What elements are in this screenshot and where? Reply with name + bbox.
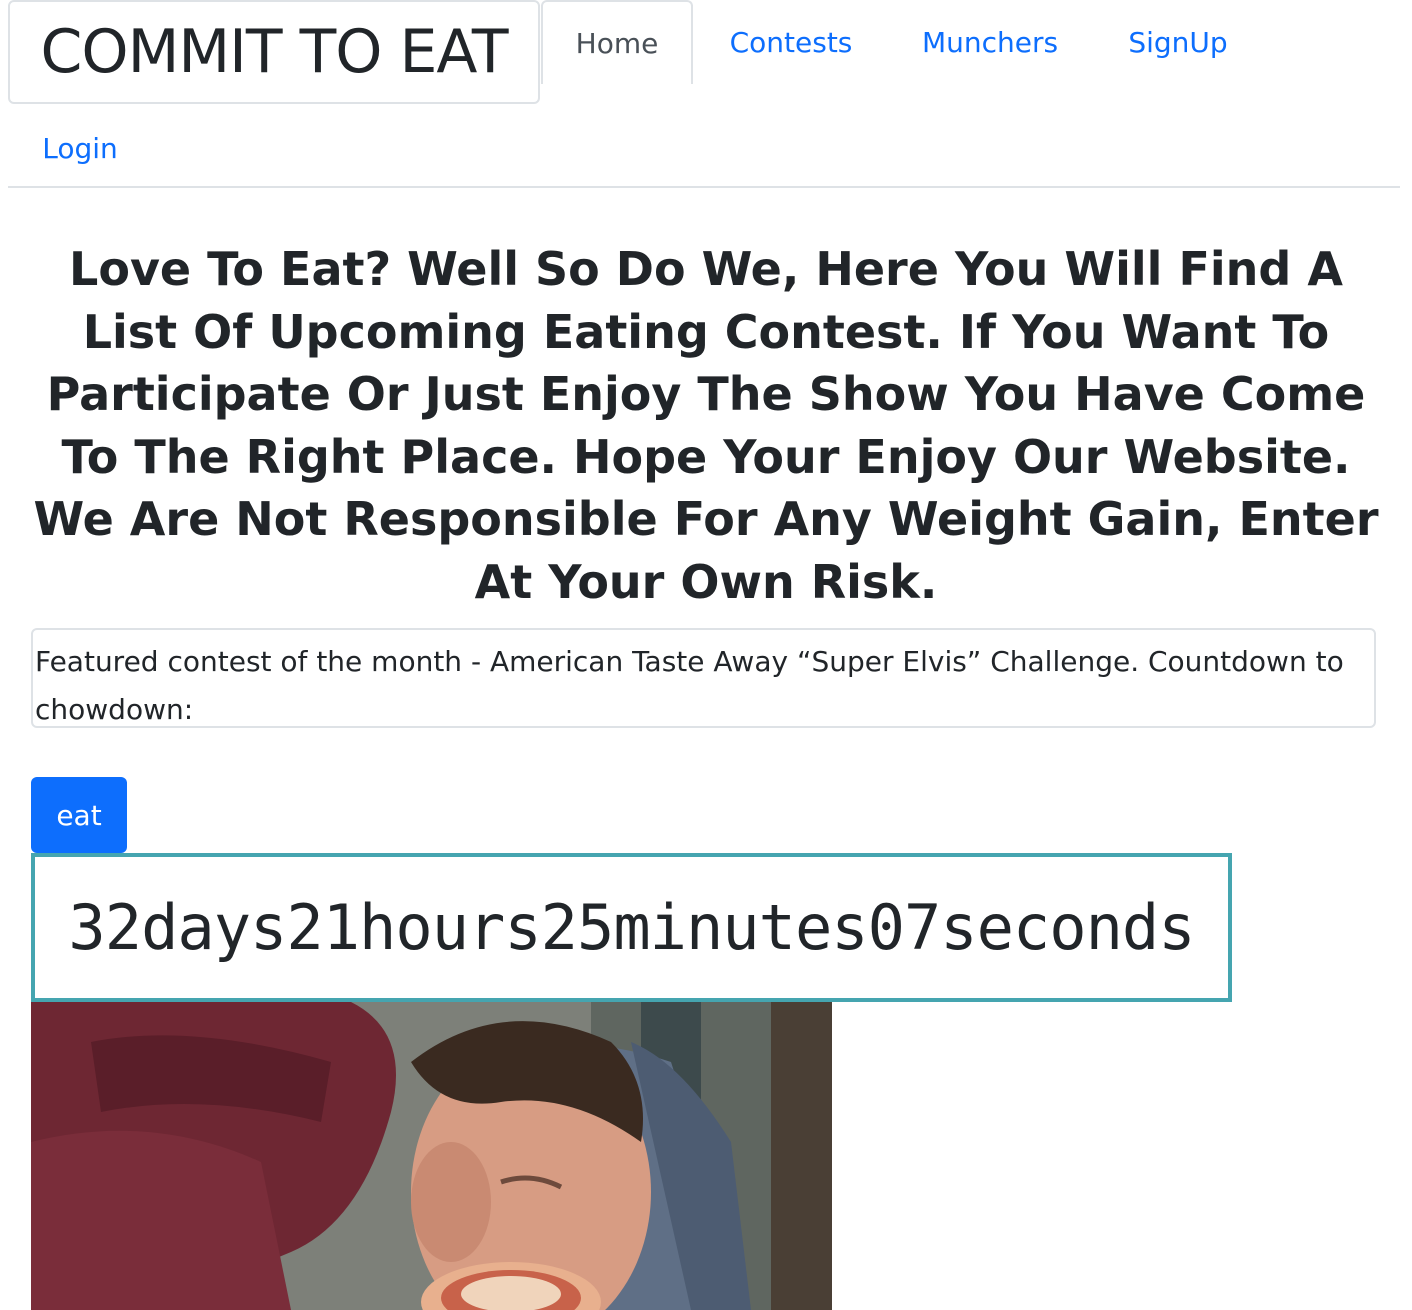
tab-signup[interactable]: SignUp xyxy=(1110,0,1246,84)
countdown-timer: 32days21hours25minutes07seconds xyxy=(31,853,1232,1002)
site-brand[interactable]: COMMIT TO EAT xyxy=(8,0,540,104)
eat-button[interactable]: eat xyxy=(31,777,127,853)
contest-photo xyxy=(31,1002,832,1310)
tab-contests[interactable]: Contests xyxy=(712,0,870,84)
featured-contest-box: Featured contest of the month - American… xyxy=(31,628,1376,728)
intro-heading: Love To Eat? Well So Do We, Here You Wil… xyxy=(33,242,1379,609)
tab-home[interactable]: Home xyxy=(541,0,693,84)
featured-contest-text: Featured contest of the month - American… xyxy=(35,645,1344,726)
tab-munchers[interactable]: Munchers xyxy=(905,0,1075,84)
eating-contestant-image xyxy=(31,1002,832,1310)
tab-login[interactable]: Login xyxy=(24,110,136,186)
nav-divider xyxy=(8,186,1400,188)
